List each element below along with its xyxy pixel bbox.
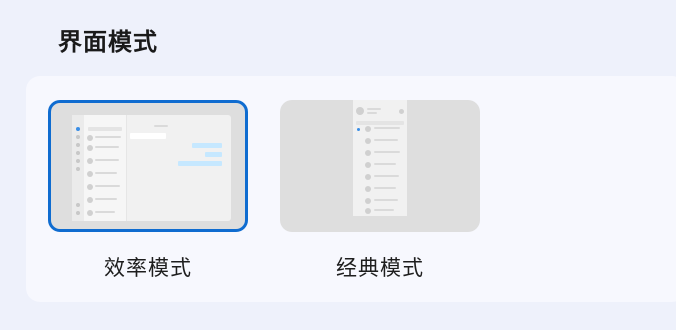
mode-option-efficient[interactable]: 效率模式 [48,100,248,282]
classic-mode-label: 经典模式 [336,256,424,280]
classic-mode-mockup [353,100,407,216]
classic-mode-preview[interactable] [280,100,480,232]
efficient-mode-preview[interactable] [48,100,248,232]
mode-option-classic[interactable]: 经典模式 [280,100,480,282]
efficient-mode-label: 效率模式 [104,256,192,280]
section-title: 界面模式 [58,28,158,56]
mode-card: 效率模式 经典模式 [26,76,676,302]
efficient-mode-mockup [72,115,231,221]
